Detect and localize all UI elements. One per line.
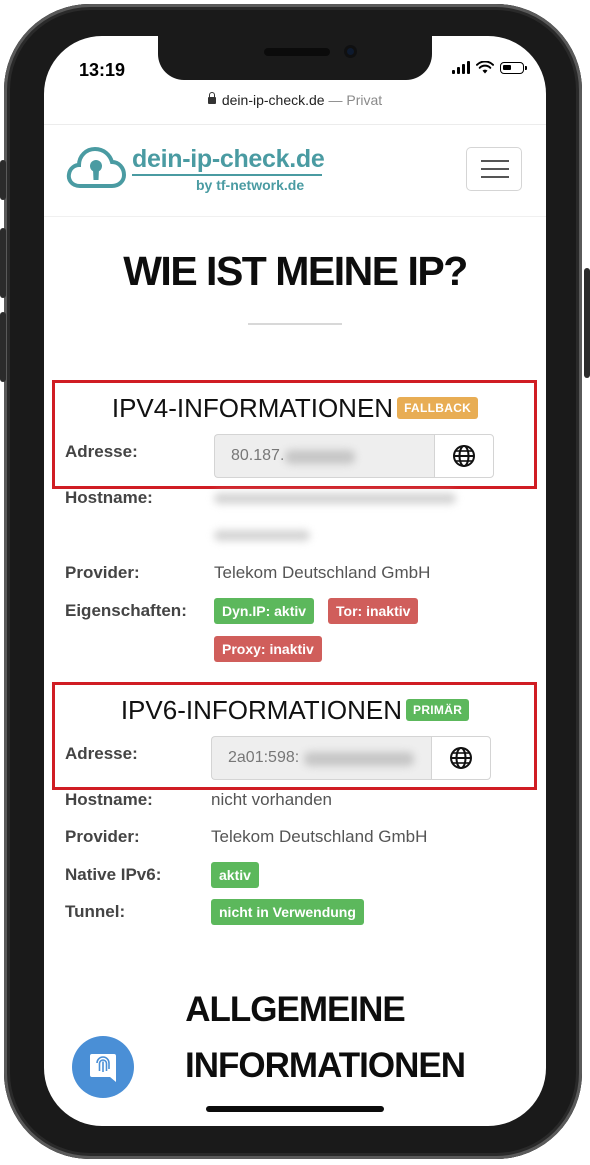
cloud-keyhole-icon — [66, 146, 126, 188]
tunnel-label: Tunnel: — [65, 902, 126, 921]
private-mode-label: Privat — [346, 92, 383, 108]
url-bar-divider — [44, 124, 546, 125]
ipv4-provider-label: Provider: — [65, 563, 140, 582]
power-button — [584, 268, 590, 378]
title-divider — [248, 323, 342, 325]
proxy-badge: Proxy: inaktiv — [214, 636, 322, 662]
native-ipv6-badge: aktiv — [211, 862, 259, 888]
chat-button[interactable] — [72, 1036, 134, 1098]
notch — [158, 36, 432, 80]
logo-subtitle: by tf-network.de — [196, 177, 305, 193]
menu-button[interactable] — [466, 147, 522, 191]
header-divider — [44, 216, 546, 217]
url-bar[interactable]: dein-ip-check.de — Privat — [44, 92, 546, 108]
speaker-grille — [264, 48, 330, 56]
status-icons — [452, 61, 527, 74]
lock-icon — [207, 92, 216, 104]
cellular-signal-icon — [452, 61, 470, 74]
ipv4-hostname-redacted — [214, 493, 456, 504]
ipv4-highlight-box — [52, 380, 537, 489]
url-separator: — — [324, 92, 347, 108]
ipv4-provider-value: Telekom Deutschland GmbH — [214, 563, 431, 582]
hamburger-menu-icon — [481, 160, 509, 162]
ipv4-hostname-label: Hostname: — [65, 488, 153, 507]
status-time: 13:19 — [79, 60, 126, 80]
mute-switch — [0, 160, 6, 200]
ipv6-hostname-label: Hostname: — [65, 790, 153, 809]
ipv6-hostname-value: nicht vorhanden — [211, 790, 332, 809]
native-ipv6-label: Native IPv6: — [65, 865, 162, 884]
front-camera — [344, 45, 357, 58]
url-domain: dein-ip-check.de — [221, 92, 325, 108]
ipv6-highlight-box — [52, 682, 537, 790]
ipv4-properties-label: Eigenschaften: — [65, 601, 187, 620]
ipv6-provider-value: Telekom Deutschland GmbH — [211, 827, 428, 846]
site-logo[interactable]: dein-ip-check.de by tf-network.de — [66, 144, 326, 194]
volume-up-button — [0, 228, 6, 298]
volume-down-button — [0, 312, 6, 382]
home-indicator — [206, 1106, 384, 1112]
battery-icon — [500, 61, 527, 74]
logo-title: dein-ip-check.de — [132, 145, 325, 173]
wifi-icon — [476, 61, 494, 74]
ipv6-provider-label: Provider: — [65, 827, 140, 846]
phone-screen: 13:19 dein-ip-check.de — Privat dein-ip-… — [44, 36, 546, 1126]
tunnel-badge: nicht in Verwendung — [211, 899, 364, 925]
general-info-title-line1: ALLGEMEINE — [185, 990, 405, 1029]
ipv4-hostname-redacted-line2 — [214, 530, 310, 541]
general-info-title-line2: INFORMATIONEN — [185, 1046, 466, 1085]
logo-underline — [132, 174, 322, 176]
fingerprint-chat-icon — [90, 1054, 116, 1082]
tor-badge: Tor: inaktiv — [328, 598, 419, 624]
dyn-ip-badge: Dyn.IP: aktiv — [214, 598, 315, 624]
page-title: WIE IST MEINE IP? — [123, 248, 468, 294]
